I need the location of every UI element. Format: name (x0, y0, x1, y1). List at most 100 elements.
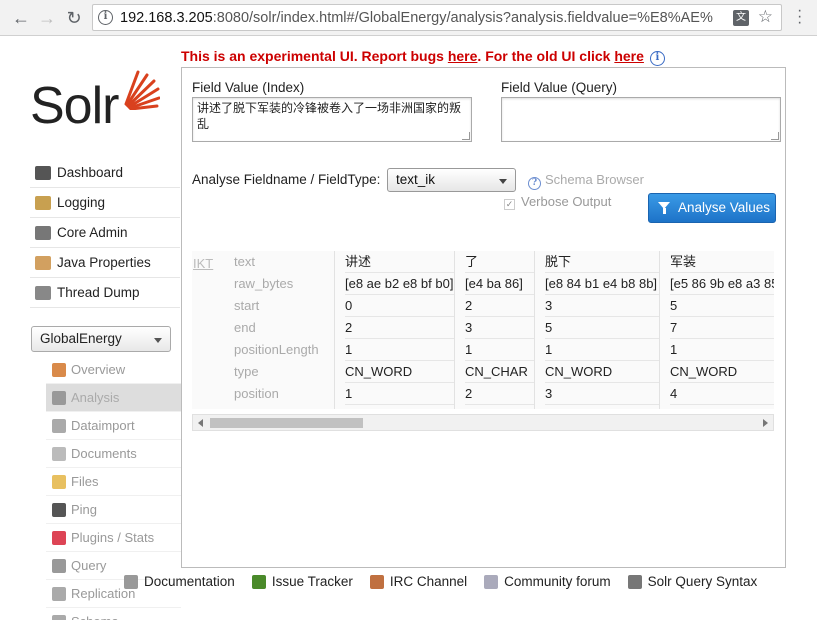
bug-icon (251, 574, 266, 589)
java-icon (35, 255, 51, 270)
token-column: 军装 [e5 86 9b e8 a3 85] 5 7 1 CN_WORD 4 (659, 251, 774, 409)
footer-link-bug[interactable]: Issue Tracker (251, 574, 353, 589)
token-text: 讲述 (345, 251, 454, 273)
index-value-input[interactable]: 讲述了脱下军装的冷锋被卷入了一场非洲国家的叛乱 (192, 97, 472, 142)
scroll-left-icon[interactable] (198, 419, 203, 427)
back-icon[interactable]: ← (10, 7, 32, 29)
menu-item-logging[interactable]: Logging (30, 188, 180, 218)
resize-grip-icon[interactable] (462, 132, 470, 140)
analyse-values-button[interactable]: Analyse Values (648, 193, 776, 223)
token-start: 2 (465, 295, 534, 317)
token-positionlength: 1 (545, 339, 659, 361)
attribute-name: position (234, 386, 279, 401)
browser-toolbar: ← → ↻ i 192.168.3.205:8080/solr/index.ht… (0, 0, 817, 36)
analysis-results-table: IKT text raw_bytes start end positionLength t… (192, 251, 774, 409)
attribute-name: raw_bytes (234, 276, 294, 291)
menu-item-dashboard[interactable]: Dashboard (30, 158, 180, 188)
core-menu-item-label: Documents (71, 446, 137, 461)
token-start: 0 (345, 295, 454, 317)
replication-icon (52, 586, 66, 601)
folder-icon (52, 474, 66, 489)
footer-link-syntax[interactable]: Solr Query Syntax (627, 574, 758, 589)
token-raw_bytes: [e5 86 9b e8 a3 85] (670, 273, 774, 295)
core-menu-item-label: Plugins / Stats (71, 530, 155, 545)
token-raw_bytes: [e8 ae b2 e8 bf b0] (345, 273, 454, 295)
token-positionlength: 1 (670, 339, 774, 361)
main-menu: Dashboard Logging Core Admin Java Propertie… (30, 158, 180, 308)
footer-link-irc[interactable]: IRC Channel (369, 574, 467, 589)
syntax-icon (627, 574, 642, 589)
footer-link-documentation[interactable]: Documentation (124, 574, 235, 589)
menu-item-label: Dashboard (57, 165, 124, 180)
horizontal-scrollbar[interactable] (192, 414, 774, 431)
core-menu-item-label: Ping (71, 502, 98, 517)
schema-icon (52, 614, 66, 620)
forward-icon[interactable]: → (36, 7, 58, 29)
menu-item-java[interactable]: Java Properties (30, 248, 180, 278)
attribute-names-column: text raw_bytes start end positionLength type p… (234, 251, 344, 405)
documentation-icon (124, 574, 138, 589)
footer-link-label: Solr Query Syntax (647, 574, 758, 589)
fieldtype-select[interactable]: text_ik (387, 168, 516, 192)
footer-link-mail[interactable]: Community forum (484, 574, 611, 589)
core-selector[interactable]: GlobalEnergy (31, 326, 171, 352)
token-positionlength: 1 (345, 339, 454, 361)
menu-item-label: Logging (57, 195, 106, 210)
token-end: 7 (670, 317, 774, 339)
verbose-output-toggle[interactable]: ✓ Verbose Output (504, 194, 611, 210)
core-menu-item-label: Files (71, 474, 99, 489)
token-type: CN_WORD (670, 361, 774, 383)
menu-item-core-admin[interactable]: Core Admin (30, 218, 180, 248)
analysis-panel: Field Value (Index) 讲述了脱下军装的冷锋被卷入了一场非洲国家… (181, 67, 786, 568)
footer-link-label: Documentation (144, 574, 235, 589)
schema-browser-link[interactable]: ? Schema Browser (528, 172, 644, 190)
query-value-input[interactable] (501, 97, 781, 142)
solr-sun-icon (124, 70, 160, 110)
help-icon[interactable]: i (649, 51, 665, 66)
core-menu-item-ping[interactable]: Ping (46, 496, 181, 524)
token-position: 1 (345, 383, 454, 405)
funnel-icon (658, 202, 670, 214)
token-text: 军装 (670, 251, 774, 273)
footer-link-label: Issue Tracker (271, 574, 353, 589)
experimental-banner: This is an experimental UI. Report bugs … (181, 48, 665, 66)
verbose-checkbox[interactable]: ✓ (504, 199, 515, 210)
translate-icon[interactable]: 文 (733, 10, 749, 26)
resize-grip-icon[interactable] (771, 132, 779, 140)
token-start: 5 (670, 295, 774, 317)
token-end: 5 (545, 317, 659, 339)
core-menu-item-dataimport[interactable]: Dataimport (46, 412, 181, 440)
token-raw_bytes: [e4 ba 86] (465, 273, 534, 295)
token-column: 了 [e4 ba 86] 2 3 1 CN_CHAR 2 (454, 251, 534, 409)
attribute-name: start (234, 298, 260, 313)
core-menu-item-home[interactable]: Overview (46, 356, 181, 384)
attribute-name: positionLength (234, 342, 319, 357)
token-raw_bytes: [e8 84 b1 e4 b8 8b] (545, 273, 659, 295)
core-menu-item-schema[interactable]: Schema (46, 608, 181, 620)
browser-menu-icon[interactable]: · · · (797, 3, 803, 31)
core-menu-item-plugins[interactable]: Plugins / Stats (46, 524, 181, 552)
address-bar[interactable]: i 192.168.3.205:8080/solr/index.html#/Gl… (92, 4, 782, 31)
irc-icon (369, 574, 384, 589)
mail-icon (484, 574, 499, 589)
core-menu-item-documents[interactable]: Documents (46, 440, 181, 468)
tokenizer-link[interactable]: IKT (193, 256, 213, 271)
bookmark-star-icon[interactable]: ☆ (758, 7, 773, 27)
scroll-thumb[interactable] (210, 418, 363, 428)
solr-logo[interactable]: Solr (30, 68, 170, 138)
site-info-icon[interactable]: i (98, 10, 113, 25)
attribute-name: end (234, 320, 256, 335)
core-menu-item-label: Analysis (71, 390, 120, 405)
menu-item-label: Core Admin (57, 225, 128, 240)
url-text[interactable]: 192.168.3.205:8080/solr/index.html#/Glob… (120, 10, 730, 26)
old-ui-link[interactable]: here (614, 48, 644, 64)
menu-item-thread-dump[interactable]: Thread Dump (30, 278, 180, 308)
core-menu-item-funnel[interactable]: Analysis (46, 384, 181, 412)
token-positionlength: 1 (465, 339, 534, 361)
scroll-right-icon[interactable] (763, 419, 768, 427)
reload-icon[interactable]: ↻ (63, 7, 85, 29)
attribute-name: text (234, 254, 255, 269)
report-bugs-link[interactable]: here (448, 48, 478, 64)
core-menu-item-folder[interactable]: Files (46, 468, 181, 496)
token-column: 讲述 [e8 ae b2 e8 bf b0] 0 2 1 CN_WORD 1 (334, 251, 454, 409)
